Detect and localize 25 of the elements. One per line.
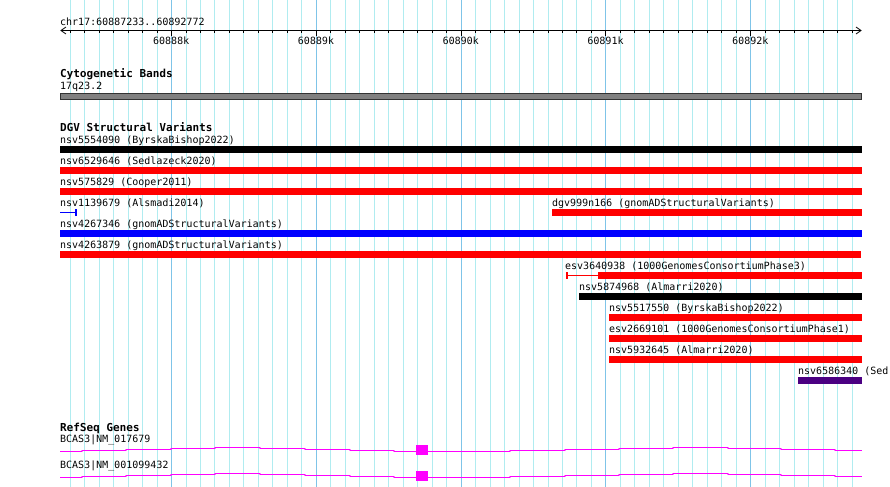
feature-label: nsv5932645 (Almarri2020) [609,345,754,356]
tick-label: 60888k [153,36,190,47]
feature-label: nsv5517550 (ByrskaBishop2022) [609,303,784,314]
feature-label: 17q23.2 [60,81,102,92]
feature-label: nsv5554090 (ByrskaBishop2022) [60,135,235,146]
track-title: DGV Structural Variants [60,121,212,134]
feature-label: nsv5874968 (Almarri2020) [579,282,724,293]
feature-label: BCAS3|NM_001099432 [60,460,168,471]
location-label: chr17:60887233..60892772 [60,17,204,28]
feature-label: nsv6586340 (Sed [798,366,888,377]
track-title: Cytogenetic Bands [60,67,173,80]
tick-label: 60890k [442,36,479,47]
feature-label: nsv4263879 (gnomADStructuralVariants) [60,240,283,251]
tick-label: 60889k [298,36,334,47]
feature-label: nsv4267346 (gnomADStructuralVariants) [60,219,283,230]
tick-label: 60891k [587,36,624,47]
feature-label: BCAS3|NM_017679 [60,434,150,445]
tick-label: 60892k [732,36,768,47]
feature-label: dgv999n166 (gnomADStructuralVariants) [552,198,775,209]
feature-label: nsv575829 (Cooper2011) [60,177,192,188]
feature-label: esv3640938 (1000GenomesConsortiumPhase3) [565,261,806,272]
feature-label: nsv1139679 (Alsmadi2014) [60,198,204,209]
track-title: RefSeq Genes [60,421,140,434]
feature-label: nsv6529646 (Sedlazeck2020) [60,156,217,167]
feature-label: esv2669101 (1000GenomesConsortiumPhase1) [609,324,850,335]
